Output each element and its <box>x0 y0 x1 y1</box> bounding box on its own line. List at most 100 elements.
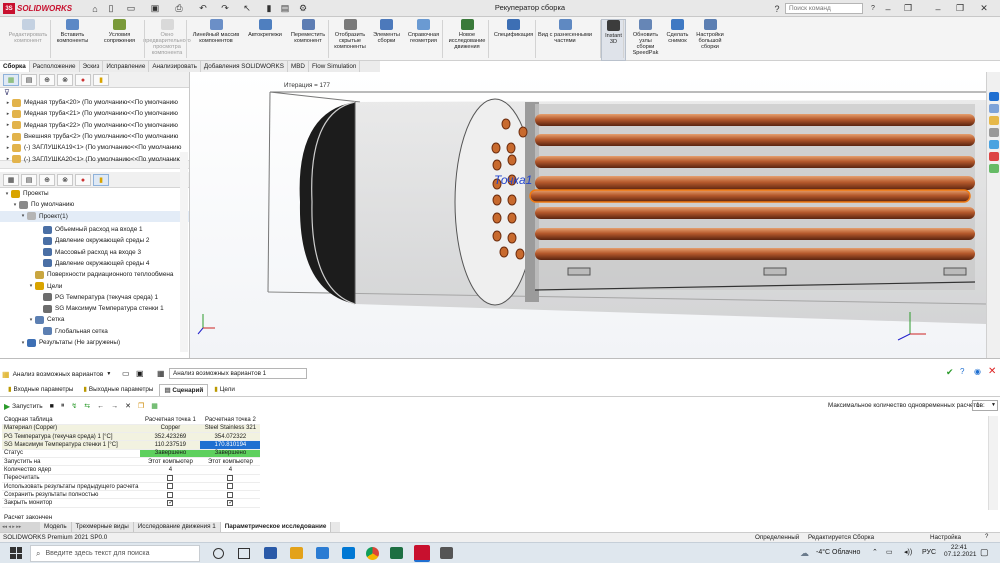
display-style-icon[interactable]: ◩ <box>555 72 563 74</box>
flow-tree-scrollbar[interactable] <box>180 152 188 352</box>
ribbon-button-16[interactable]: Настройки большой сборки <box>690 19 730 61</box>
tab-parametric-study[interactable]: Параметрическое исследование <box>220 522 332 532</box>
solidworks-logo[interactable]: 3S SOLIDWORKS <box>3 2 72 15</box>
feature-tree-item[interactable]: ▸ Медная труба<22> (По умолчанию<<По умол… <box>0 120 189 131</box>
table-cell[interactable]: 4 <box>140 465 201 475</box>
expand-arrow-icon[interactable]: ▸ <box>4 134 12 140</box>
point-label[interactable]: Точка1 <box>494 173 532 187</box>
checkbox[interactable] <box>227 483 234 490</box>
store-taskbar-icon[interactable] <box>316 547 329 559</box>
flow-tree-item[interactable]: ▾ Проект(1) <box>0 210 189 222</box>
flow-simulation-tab-icon[interactable]: ▮ <box>93 74 109 86</box>
tray-chevron-icon[interactable]: ⌃ <box>872 548 878 556</box>
ribbon-button-3[interactable]: Окно предварительного просмотра компонен… <box>143 19 191 61</box>
settings-status[interactable]: Настройка <box>930 533 961 542</box>
expand-arrow-icon[interactable]: ▾ <box>27 283 35 289</box>
table-cell[interactable] <box>140 474 201 483</box>
table-cell[interactable] <box>140 490 201 500</box>
ribbon-button-1[interactable]: Вставить компоненты <box>52 19 93 61</box>
expand-arrow-icon[interactable]: ▸ <box>4 111 12 117</box>
delete-point-icon[interactable]: ✕ <box>125 402 131 410</box>
clock[interactable]: 22:41 07.12.2021 <box>944 544 977 558</box>
table-cell[interactable] <box>200 474 261 483</box>
ribbon-button-5[interactable]: Автокрепежи <box>244 19 286 61</box>
ribbon-button-8[interactable]: Элементы сборки <box>370 19 403 61</box>
input-language[interactable]: РУС <box>922 549 936 556</box>
flow-tree-item[interactable]: ▾ Результаты (Не загружены) <box>0 337 189 348</box>
feature-tab-icon[interactable]: ▦ <box>3 174 19 186</box>
help-circle-icon[interactable]: ? <box>960 367 964 376</box>
help-question-icon[interactable]: ? <box>866 2 880 15</box>
feature-tree-item[interactable]: ▸ Медная труба<21> (По умолчанию<<По умол… <box>0 108 189 119</box>
status-help-icon[interactable]: ? <box>985 533 988 542</box>
table-cell[interactable]: Этот компьютер <box>200 457 261 467</box>
move-right-icon[interactable]: → <box>111 403 118 410</box>
app-icon-8[interactable] <box>440 547 453 559</box>
close-panel-icon[interactable]: ✕ <box>988 366 996 377</box>
save-study-icon[interactable]: ▣ <box>136 369 144 378</box>
pin-icon[interactable]: ◉ <box>974 367 981 376</box>
flow-tree-item[interactable]: Поверхности радиационного теплообмена <box>0 269 189 280</box>
traffic-light-icon[interactable]: ▮ <box>262 2 276 15</box>
section-view-icon[interactable]: ◧ <box>532 72 540 74</box>
checkbox[interactable] <box>167 499 174 506</box>
mail-taskbar-icon[interactable] <box>342 547 355 559</box>
notifications-icon[interactable]: ▢ <box>980 547 989 558</box>
study-name-field[interactable]: Анализ возможных вариантов 1 <box>169 368 307 379</box>
appearances-icon[interactable] <box>989 140 999 149</box>
expand-arrow-icon[interactable]: ▾ <box>27 317 35 323</box>
stop-icon[interactable]: ■ <box>50 403 54 410</box>
table-cell[interactable]: 170.810194 <box>200 440 261 450</box>
ribbon-button-9[interactable]: Справочная геометрия <box>403 19 444 61</box>
table-cell[interactable]: 4 <box>200 465 261 475</box>
pause-icon[interactable]: ⏸ <box>61 402 65 410</box>
checkbox[interactable] <box>167 483 174 490</box>
tab-navigation-arrows[interactable]: ◂◂ ◂ ▸ ▸▸ <box>0 522 40 532</box>
configuration-manager-tab-icon[interactable]: ⊕ <box>39 74 55 86</box>
flow-tree-item[interactable]: Массовый расход на входе 3 <box>0 246 189 257</box>
checkbox[interactable] <box>227 474 234 481</box>
add-point-icon[interactable]: ↯ <box>71 402 77 410</box>
flow-tree-item[interactable]: PG Температура (текучая среда) 1 <box>0 292 189 303</box>
tab-layout[interactable]: Расположение <box>30 61 80 72</box>
ok-check-icon[interactable]: ✔ <box>946 367 954 378</box>
network-icon[interactable]: ▭ <box>886 548 893 556</box>
options-gear-icon[interactable]: ⚙ <box>296 2 310 15</box>
table-cell[interactable]: Copper <box>140 424 201 434</box>
expand-arrow-icon[interactable]: ▸ <box>4 100 12 106</box>
tab-markup[interactable]: Исправление <box>103 61 150 72</box>
table-cell[interactable]: Этот компьютер <box>140 457 201 467</box>
ribbon-button-0[interactable]: Редактировать компонент <box>4 19 52 61</box>
tab-flow-simulation[interactable]: Flow Simulation <box>309 61 361 72</box>
solidworks-resources-icon[interactable] <box>989 92 999 101</box>
rebuild-icon[interactable]: ▤ <box>278 2 292 15</box>
tab-output-parameters[interactable]: ▮ Выходные параметры <box>79 384 157 396</box>
redo-icon[interactable]: ↷ <box>218 2 232 15</box>
app-icon-1[interactable] <box>264 547 277 559</box>
window-close-icon[interactable]: ✕ <box>976 1 992 16</box>
expand-arrow-icon[interactable]: ▾ <box>3 191 11 197</box>
table-cell[interactable] <box>200 498 261 508</box>
flow-tree-item[interactable]: ▾ По умолчанию <box>0 199 189 210</box>
windows-start-icon[interactable] <box>10 547 22 559</box>
file-explorer-taskbar-icon[interactable] <box>290 547 303 559</box>
table-cell[interactable] <box>200 482 261 492</box>
open-folder-icon[interactable]: ▭ <box>122 369 130 378</box>
display-manager-tab-icon[interactable]: ● <box>75 74 91 86</box>
max-calc-select[interactable]: 1 ▼ <box>972 400 998 411</box>
ribbon-button-2[interactable]: Условия сопряжения <box>93 19 146 61</box>
appearance-icon[interactable]: ● <box>575 72 580 74</box>
flow-tree-item[interactable]: ▾ Сетка <box>0 314 189 325</box>
tab-model[interactable]: Модель <box>40 522 72 532</box>
tab-sketch[interactable]: Эскиз <box>80 61 104 72</box>
ribbon-button-6[interactable]: Переместить компонент <box>286 19 330 61</box>
config-tab-icon[interactable]: ⊕ <box>39 174 55 186</box>
ribbon-button-12[interactable]: Вид с разнесенными частями <box>537 19 593 61</box>
task-view-icon[interactable] <box>238 548 250 559</box>
ribbon-button-7[interactable]: Отобразить скрытые компоненты <box>330 19 370 61</box>
flow-analysis-tree-tab-icon[interactable]: ▮ <box>93 174 109 186</box>
add-column-icon[interactable]: ⇆ <box>84 402 90 410</box>
view-orientation-icon[interactable]: ▣ <box>543 72 551 74</box>
property-manager-tab-icon[interactable]: ▤ <box>21 74 37 86</box>
tab-scenario[interactable]: ▤ Сценарий <box>159 384 209 396</box>
